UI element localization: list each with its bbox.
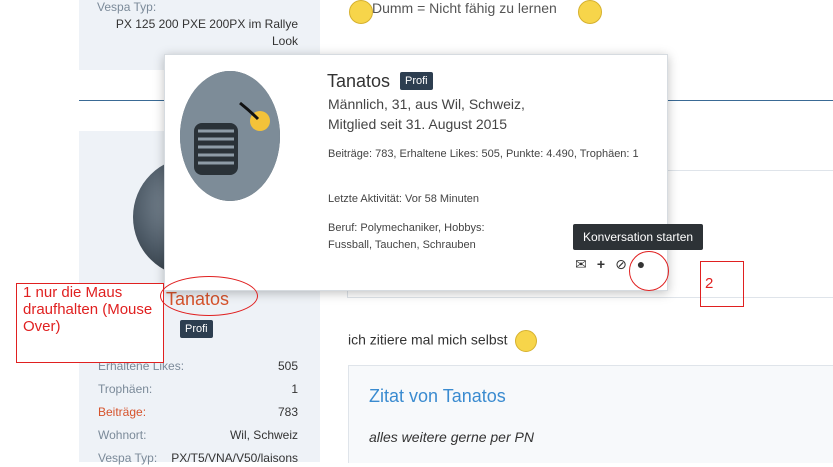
- rank-badge: Profi: [180, 320, 213, 338]
- popover-last-activity: Letzte Aktivität: Vor 58 Minuten: [328, 193, 480, 205]
- envelope-icon[interactable]: ✉: [571, 256, 591, 273]
- popover-avatar[interactable]: [180, 71, 280, 201]
- popover-occupation: Beruf: Polymechaniker, Hobbys: Fussball,…: [328, 222, 485, 251]
- tooltip: Konversation starten: [573, 224, 704, 250]
- popover-rank-badge: Profi: [400, 72, 433, 90]
- post-text-content: ich zitiere mal mich selbst: [348, 331, 508, 348]
- annotation-note-1: 1 nur die Maus draufhalten (Mouse Over): [16, 283, 164, 363]
- stat-value: 505: [277, 359, 298, 373]
- stat-value: 783: [277, 405, 298, 419]
- smiley-icon: [349, 0, 373, 24]
- quote-title-link[interactable]: Zitat von Tanatos: [369, 386, 506, 407]
- stat-vespa-type: Vespa Typ: PX/T5/VNA/V50/laisons: [98, 451, 298, 467]
- annotation-circle: [629, 251, 669, 291]
- stat-posts[interactable]: Beiträge: 783: [98, 405, 298, 421]
- post-text: ich zitiere mal mich selbst: [348, 330, 538, 352]
- popover-stats: Beiträge: 783, Erhaltene Likes: 505, Pun…: [328, 148, 639, 160]
- ban-icon[interactable]: ⊘: [611, 256, 631, 273]
- plus-icon[interactable]: +: [591, 256, 611, 272]
- stat-value: Wil, Schweiz: [229, 428, 298, 442]
- vespa-type-label: Vespa Typ:: [97, 0, 157, 14]
- vespa-type-value: PX 125 200 PXE 200PX im Rallye Look: [115, 17, 298, 48]
- stat-value: 1: [291, 382, 298, 396]
- popover-info-line1: Männlich, 31, aus Wil, Schweiz,: [328, 96, 525, 112]
- annotation-ellipse: [160, 276, 258, 316]
- wink-smiley-icon: [515, 330, 538, 352]
- stat-trophies: Trophäen: 1: [98, 382, 298, 398]
- quote-box: [348, 365, 833, 463]
- stat-label[interactable]: Beiträge:: [98, 405, 146, 419]
- stat-value: PX/T5/VNA/V50/laisons: [171, 451, 298, 465]
- popover-info-line2: Mitglied seit 31. August 2015: [328, 116, 508, 132]
- quote-text: alles weitere gerne per PN: [369, 429, 534, 445]
- popover-username-link[interactable]: Tanatos: [327, 71, 390, 92]
- emoji-caption: Dumm = Nicht fähig zu lernen: [372, 0, 557, 16]
- stat-label: Trophäen:: [98, 382, 153, 396]
- scooter-smiley-icon: [578, 0, 602, 24]
- stat-label: Vespa Typ:: [98, 451, 158, 465]
- stat-label: Wohnort:: [98, 428, 147, 442]
- stat-location: Wohnort: Wil, Schweiz: [98, 428, 298, 444]
- annotation-number-2: 2: [705, 275, 714, 292]
